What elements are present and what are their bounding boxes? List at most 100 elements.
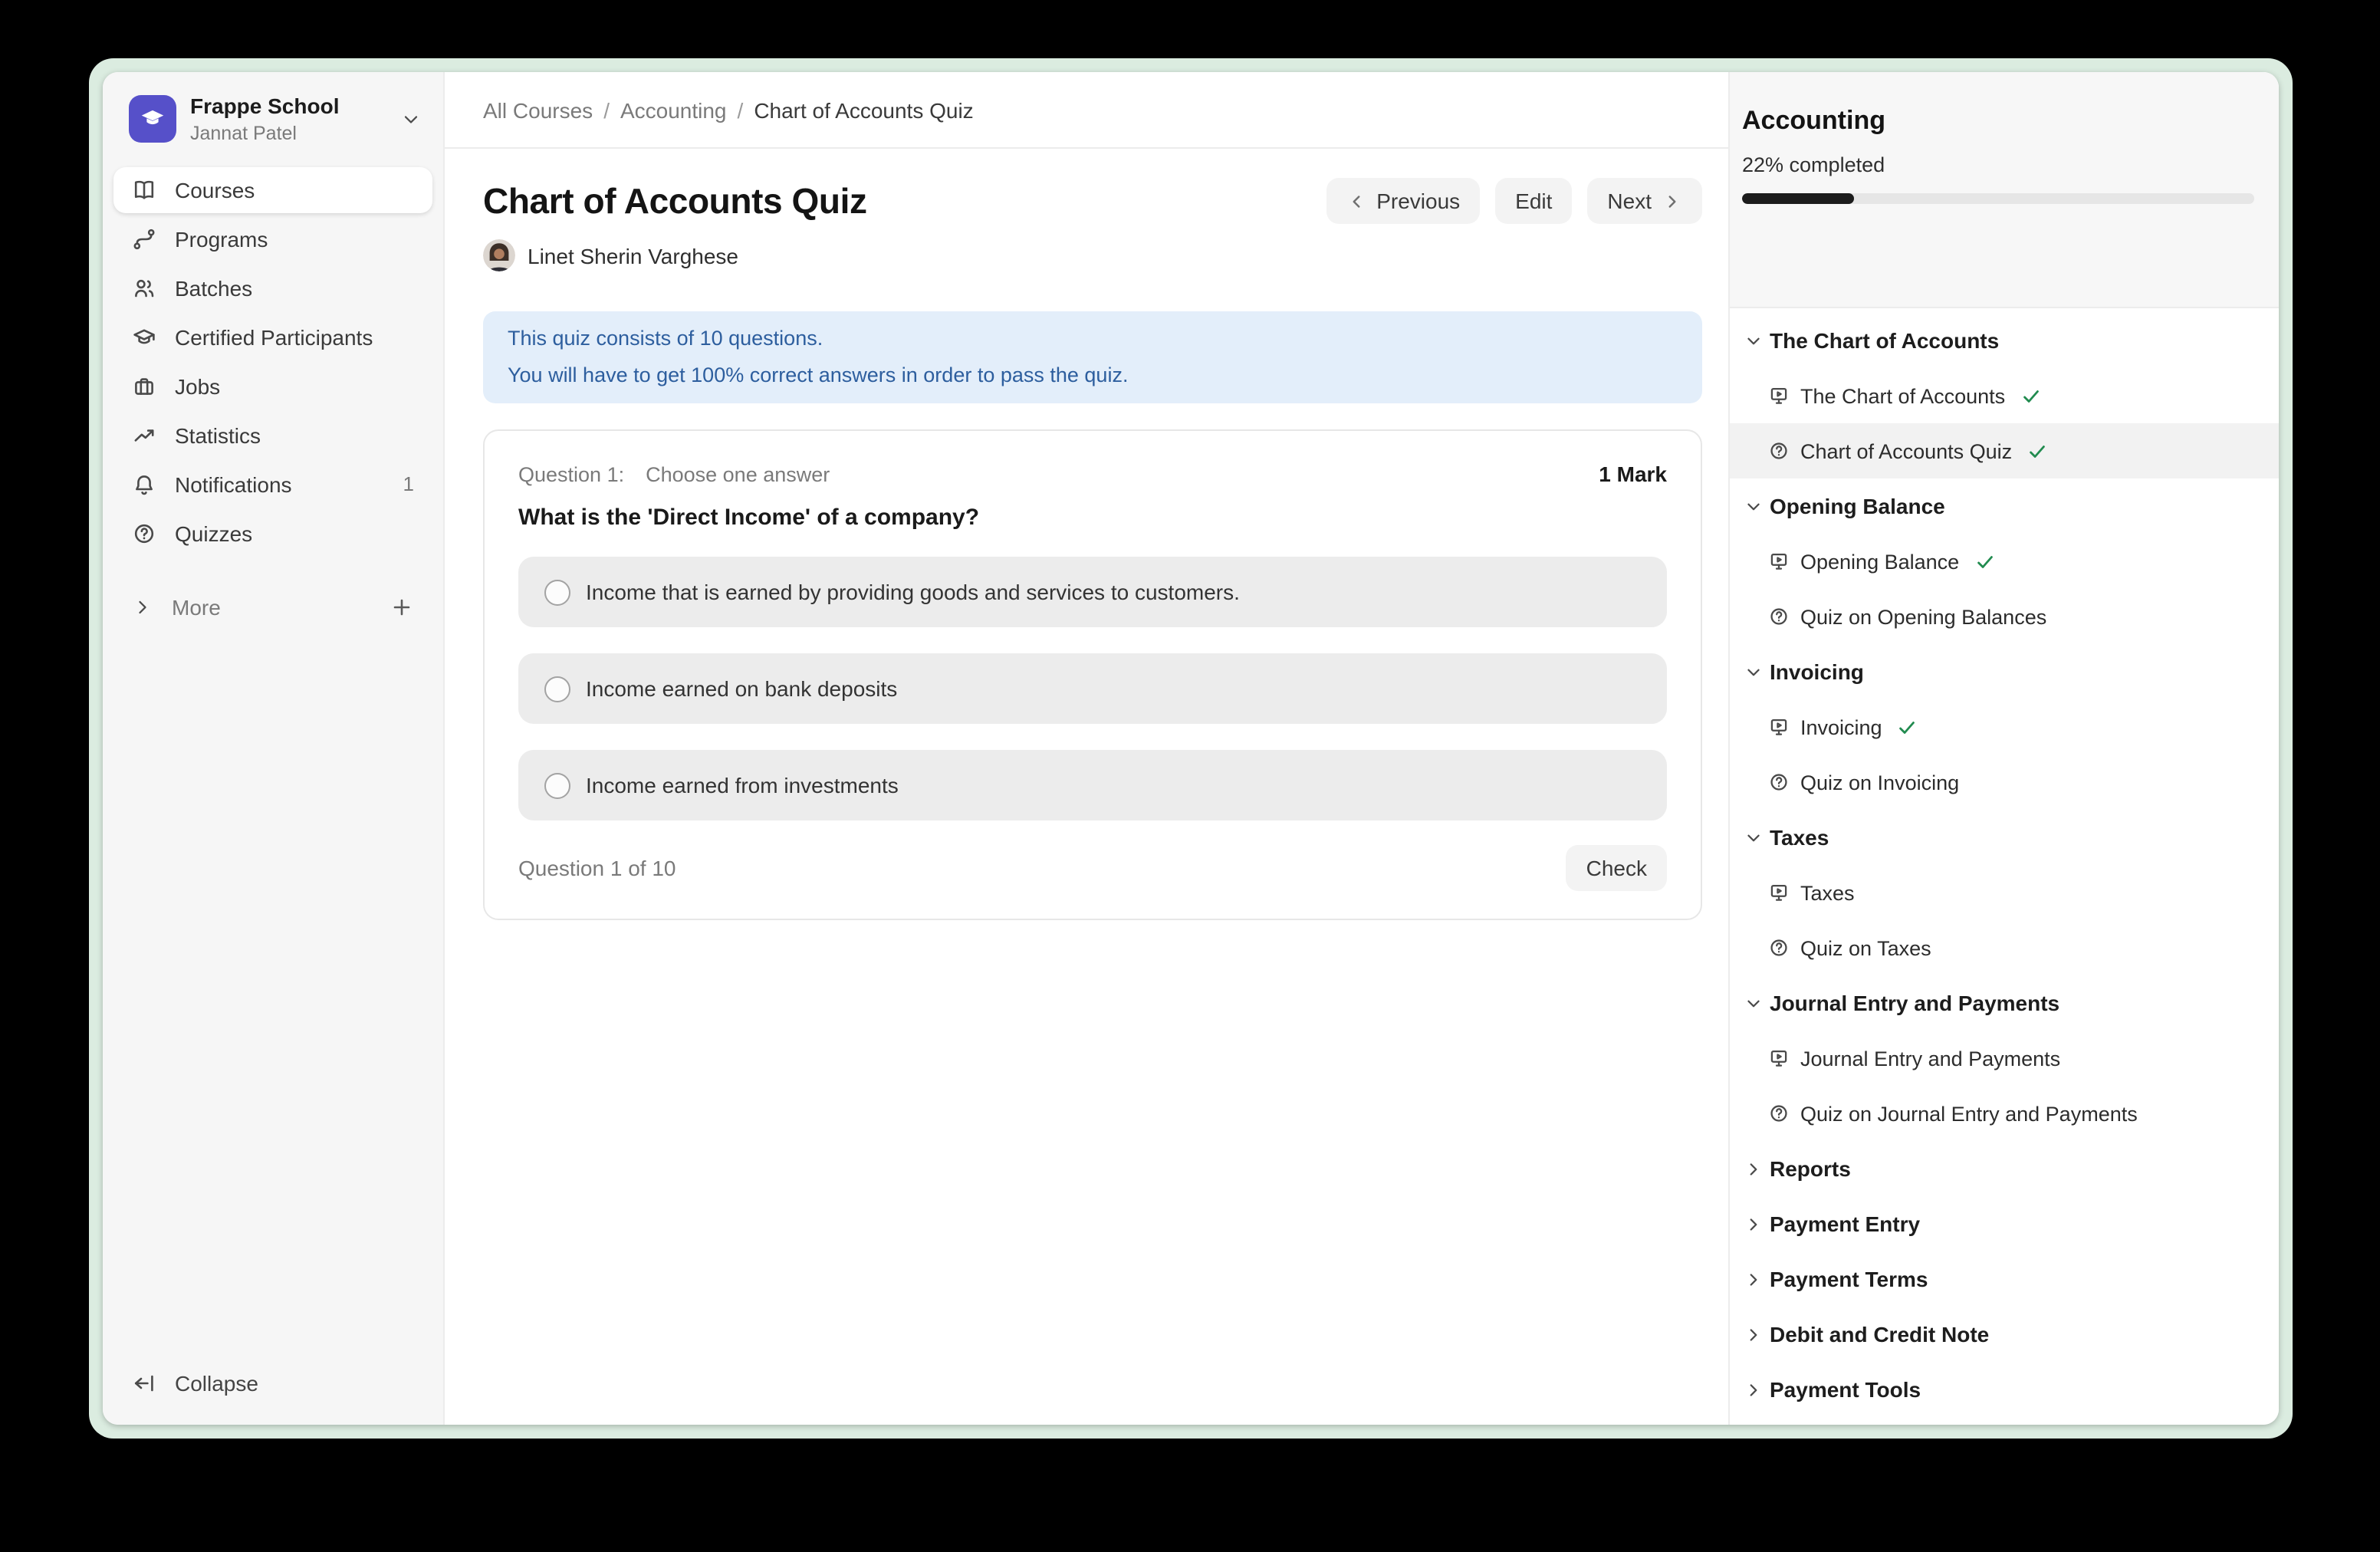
window-frame: Frappe School Jannat Patel Courses Progr… bbox=[89, 58, 2293, 1439]
chapter-payment-terms[interactable]: Payment Terms bbox=[1730, 1251, 2279, 1307]
monitor-play-icon bbox=[1768, 1047, 1790, 1069]
app-window: Frappe School Jannat Patel Courses Progr… bbox=[103, 72, 2279, 1425]
check-label: Check bbox=[1586, 856, 1647, 880]
lesson-quiz-on-journal-entry-and-payments[interactable]: Quiz on Journal Entry and Payments bbox=[1730, 1086, 2279, 1141]
monitor-play-icon bbox=[1768, 385, 1790, 406]
question-marks: 1 Mark bbox=[1599, 462, 1667, 486]
sidebar-item-quizzes[interactable]: Quizzes bbox=[113, 511, 432, 557]
question-meta: Question 1: Choose one answer 1 Mark bbox=[518, 462, 1667, 486]
chapter-label: Reports bbox=[1770, 1156, 1851, 1181]
notice-line: You will have to get 100% correct answer… bbox=[508, 357, 1678, 394]
chevron-right-icon bbox=[1744, 1159, 1764, 1179]
chapter-reports[interactable]: Reports bbox=[1730, 1141, 2279, 1196]
check-button[interactable]: Check bbox=[1566, 845, 1667, 891]
radio-button[interactable] bbox=[544, 579, 570, 605]
avatar bbox=[483, 239, 515, 271]
collapse-left-icon bbox=[132, 1371, 156, 1396]
workspace-switcher[interactable]: Frappe School Jannat Patel bbox=[103, 72, 443, 146]
chevron-right-icon bbox=[1744, 1269, 1764, 1289]
lesson-taxes[interactable]: Taxes bbox=[1730, 865, 2279, 920]
sidebar-item-courses[interactable]: Courses bbox=[113, 167, 432, 213]
chapter-label: Payment Terms bbox=[1770, 1267, 1928, 1291]
chapter-journal-entry-and-payments[interactable]: Journal Entry and Payments bbox=[1730, 975, 2279, 1031]
question-hint: Choose one answer bbox=[646, 462, 830, 485]
lesson-label: Quiz on Opening Balances bbox=[1800, 605, 2046, 628]
chapter-payment-tools[interactable]: Payment Tools bbox=[1730, 1362, 2279, 1417]
sidebar-item-statistics[interactable]: Statistics bbox=[113, 413, 432, 459]
previous-button[interactable]: Previous bbox=[1326, 178, 1480, 224]
next-button[interactable]: Next bbox=[1587, 178, 1702, 224]
question-footer: Question 1 of 10 Check bbox=[518, 845, 1667, 891]
sidebar-item-jobs[interactable]: Jobs bbox=[113, 363, 432, 409]
sidebar-item-label: Certified Participants bbox=[175, 325, 373, 350]
sidebar-item-label: Programs bbox=[175, 227, 268, 252]
bell-icon bbox=[132, 472, 156, 497]
course-progress-label: 22% completed bbox=[1742, 152, 2254, 179]
lesson-label: Quiz on Taxes bbox=[1800, 936, 1931, 959]
question-number-label: Question 1: bbox=[518, 462, 624, 485]
sidebar-item-batches[interactable]: Batches bbox=[113, 265, 432, 311]
route-icon bbox=[132, 227, 156, 252]
lesson-opening-balance[interactable]: Opening Balance bbox=[1730, 534, 2279, 589]
chapter-the-chart-of-accounts[interactable]: The Chart of Accounts bbox=[1730, 313, 2279, 368]
chevron-down-icon[interactable] bbox=[400, 109, 422, 130]
monitor-play-icon bbox=[1768, 882, 1790, 903]
chapter-label: Opening Balance bbox=[1770, 494, 1945, 518]
question-circle-icon bbox=[1768, 937, 1790, 958]
trending-up-icon bbox=[132, 423, 156, 448]
course-outline-panel: Accounting 22% completed The Chart of Ac… bbox=[1728, 72, 2279, 1425]
question-circle-icon bbox=[1768, 771, 1790, 793]
chevron-right-icon bbox=[132, 597, 153, 618]
lesson-label: The Chart of Accounts bbox=[1800, 384, 2005, 407]
collapse-label: Collapse bbox=[175, 1371, 258, 1396]
lesson-journal-entry-and-payments[interactable]: Journal Entry and Payments bbox=[1730, 1031, 2279, 1086]
chapter-opening-balance[interactable]: Opening Balance bbox=[1730, 478, 2279, 534]
chapter-invoicing[interactable]: Invoicing bbox=[1730, 644, 2279, 699]
sidebar-item-label: Courses bbox=[175, 178, 255, 202]
previous-label: Previous bbox=[1376, 189, 1460, 213]
plus-icon[interactable] bbox=[390, 595, 414, 620]
lesson-invoicing[interactable]: Invoicing bbox=[1730, 699, 2279, 755]
radio-button[interactable] bbox=[544, 676, 570, 702]
workspace-title: Frappe School bbox=[190, 94, 339, 120]
progress-bar bbox=[1742, 193, 2254, 204]
lesson-quiz-on-opening-balances[interactable]: Quiz on Opening Balances bbox=[1730, 589, 2279, 644]
question-circle-icon bbox=[1768, 440, 1790, 462]
lesson-actions: Previous Edit Next bbox=[1326, 178, 1702, 224]
help-circle-icon bbox=[132, 521, 156, 546]
chapter-payment-entry[interactable]: Payment Entry bbox=[1730, 1196, 2279, 1251]
chapter-debit-and-credit-note[interactable]: Debit and Credit Note bbox=[1730, 1307, 2279, 1362]
lesson-label: Taxes bbox=[1800, 881, 1855, 904]
answer-option[interactable]: Income earned on bank deposits bbox=[518, 653, 1667, 724]
lesson-chart-of-accounts-quiz[interactable]: Chart of Accounts Quiz bbox=[1730, 423, 2279, 478]
radio-button[interactable] bbox=[544, 772, 570, 798]
answer-option[interactable]: Income that is earned by providing goods… bbox=[518, 557, 1667, 627]
answer-option[interactable]: Income earned from investments bbox=[518, 750, 1667, 820]
sidebar-item-programs[interactable]: Programs bbox=[113, 216, 432, 262]
lesson-quiz-on-taxes[interactable]: Quiz on Taxes bbox=[1730, 920, 2279, 975]
sidebar-item-certified-participants[interactable]: Certified Participants bbox=[113, 314, 432, 360]
breadcrumb-all-courses[interactable]: All Courses bbox=[483, 97, 593, 122]
workspace-info: Frappe School Jannat Patel bbox=[190, 94, 339, 146]
edit-button[interactable]: Edit bbox=[1495, 178, 1572, 224]
course-outline: The Chart of Accounts The Chart of Accou… bbox=[1730, 308, 2279, 1425]
graduation-cap-icon bbox=[132, 325, 156, 350]
lesson-quiz-on-invoicing[interactable]: Quiz on Invoicing bbox=[1730, 755, 2279, 810]
check-icon bbox=[2020, 386, 2040, 406]
sidebar-item-more[interactable]: More bbox=[113, 584, 432, 630]
progress-fill bbox=[1742, 193, 1855, 204]
workspace-user: Jannat Patel bbox=[190, 123, 339, 146]
title-row: Chart of Accounts Quiz Previous Edit Nex… bbox=[483, 176, 1702, 225]
lesson-the-chart-of-accounts[interactable]: The Chart of Accounts bbox=[1730, 368, 2279, 423]
breadcrumb-accounting[interactable]: Accounting bbox=[620, 97, 727, 122]
breadcrumb: All Courses / Accounting / Chart of Acco… bbox=[445, 72, 1728, 149]
answer-option-label: Income earned from investments bbox=[586, 773, 899, 797]
chapter-taxes[interactable]: Taxes bbox=[1730, 810, 2279, 865]
notice-line: This quiz consists of 10 questions. bbox=[508, 321, 1678, 357]
sidebar-item-notifications[interactable]: Notifications 1 bbox=[113, 462, 432, 508]
chapter-label: Payment Tools bbox=[1770, 1377, 1921, 1402]
course-title: Accounting bbox=[1742, 106, 2254, 136]
check-icon bbox=[2027, 441, 2047, 461]
question-circle-icon bbox=[1768, 1103, 1790, 1124]
collapse-sidebar-button[interactable]: Collapse bbox=[132, 1360, 258, 1406]
